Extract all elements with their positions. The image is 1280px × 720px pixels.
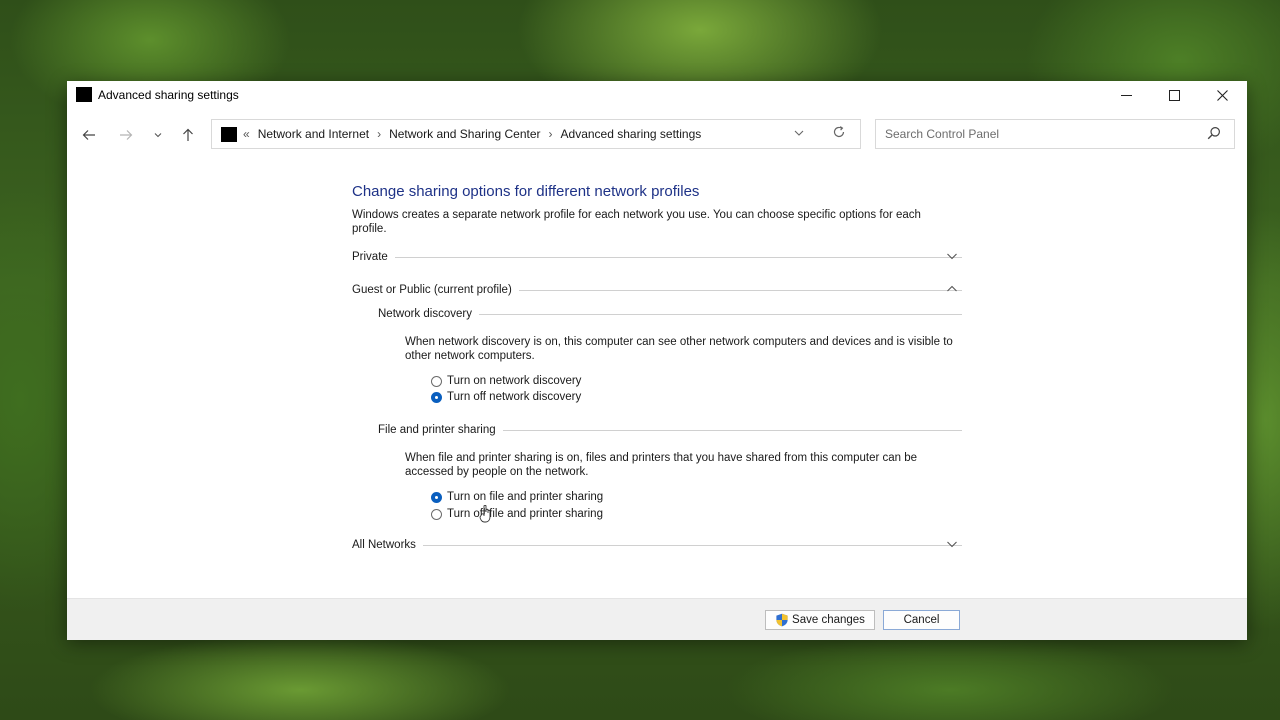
search-placeholder: Search Control Panel (885, 127, 1000, 141)
divider (394, 256, 962, 258)
radio-label[interactable]: Turn off network discovery (447, 391, 581, 403)
maximize-icon (1168, 89, 1180, 101)
breadcrumb-separator[interactable]: › (377, 127, 381, 141)
uac-shield-icon (776, 613, 788, 627)
breadcrumb-separator[interactable]: › (549, 127, 553, 141)
radio-button[interactable] (431, 508, 442, 520)
radio-label[interactable]: Turn on network discovery (447, 375, 581, 387)
advanced-sharing-window: Advanced sharing settings « Network and … (67, 81, 1247, 640)
divider (502, 429, 962, 431)
mouse-cursor-icon (479, 505, 491, 523)
minimize-icon (1120, 94, 1132, 96)
minimize-button[interactable] (1103, 81, 1149, 109)
save-changes-label: Save changes (792, 614, 865, 626)
close-button[interactable] (1199, 81, 1245, 109)
chevron-down-icon (794, 130, 804, 136)
radio-label[interactable]: Turn off file and printer sharing (447, 508, 603, 520)
save-changes-button[interactable]: Save changes (765, 610, 875, 630)
chevron-up-icon[interactable] (946, 283, 958, 295)
radio-turn-off-network-discovery[interactable]: Turn off network discovery (431, 389, 581, 405)
navigation-bar: « Network and Internet › Network and Sha… (67, 117, 1247, 153)
maximize-button[interactable] (1151, 81, 1197, 109)
footer-bar: Save changes Cancel (67, 598, 1247, 640)
divider (518, 289, 962, 291)
close-icon (1216, 89, 1228, 101)
breadcrumb: « Network and Internet › Network and Sha… (243, 127, 701, 141)
page-title: Change sharing options for different net… (352, 183, 700, 200)
chevron-down-icon[interactable] (946, 250, 958, 262)
chevron-down-icon (154, 133, 162, 138)
radio-turn-on-network-discovery[interactable]: Turn on network discovery (431, 373, 581, 389)
breadcrumb-network-and-internet[interactable]: Network and Internet (258, 127, 369, 141)
radio-button[interactable] (431, 375, 442, 387)
file-printer-sharing-description: When file and printer sharing is on, fil… (405, 452, 918, 478)
divider (478, 313, 962, 315)
search-icon[interactable] (1207, 126, 1221, 140)
breadcrumb-network-and-sharing-center[interactable]: Network and Sharing Center (389, 127, 540, 141)
radio-label[interactable]: Turn on file and printer sharing (447, 491, 603, 503)
title-bar: Advanced sharing settings (67, 81, 1247, 109)
refresh-button[interactable] (832, 125, 846, 142)
address-dropdown-button[interactable] (794, 127, 804, 139)
network-discovery-heading: Network discovery (378, 308, 472, 320)
divider (422, 544, 962, 546)
forward-arrow-icon (120, 130, 133, 140)
radio-button-selected[interactable] (431, 491, 442, 503)
radio-button-selected[interactable] (431, 391, 442, 403)
radio-turn-on-file-printer-sharing[interactable]: Turn on file and printer sharing (431, 489, 603, 505)
window-title: Advanced sharing settings (98, 88, 239, 102)
breadcrumb-overflow[interactable]: « (243, 127, 250, 141)
intro-text: Windows creates a separate network profi… (352, 209, 921, 235)
network-discovery-section: Network discovery (378, 306, 962, 322)
forward-button[interactable] (116, 125, 136, 145)
network-discovery-description: When network discovery is on, this compu… (405, 336, 953, 362)
up-button[interactable] (178, 125, 198, 145)
control-panel-icon (221, 127, 237, 142)
chevron-down-icon[interactable] (946, 538, 958, 550)
profile-private-header[interactable]: Private (352, 249, 962, 265)
radio-turn-off-file-printer-sharing[interactable]: Turn off file and printer sharing (431, 506, 603, 522)
cancel-label: Cancel (903, 614, 940, 626)
profile-all-networks-header[interactable]: All Networks (352, 537, 962, 553)
profile-all-networks-label: All Networks (352, 539, 416, 551)
search-input[interactable]: Search Control Panel (875, 119, 1235, 149)
address-bar[interactable]: « Network and Internet › Network and Sha… (211, 119, 861, 149)
breadcrumb-advanced-sharing-settings[interactable]: Advanced sharing settings (561, 127, 702, 141)
profile-guest-public-label: Guest or Public (current profile) (352, 284, 512, 296)
file-printer-sharing-heading: File and printer sharing (378, 424, 496, 436)
up-arrow-icon (183, 128, 193, 141)
profile-private-label: Private (352, 251, 388, 263)
back-arrow-icon (82, 130, 95, 140)
main-content: Change sharing options for different net… (67, 153, 1247, 598)
back-button[interactable] (79, 125, 99, 145)
file-printer-sharing-section: File and printer sharing (378, 422, 962, 438)
refresh-icon (833, 126, 845, 138)
profile-guest-public-header[interactable]: Guest or Public (current profile) (352, 282, 962, 298)
recent-locations-button[interactable] (148, 125, 168, 145)
control-panel-icon (76, 87, 92, 102)
cancel-button[interactable]: Cancel (883, 610, 960, 630)
